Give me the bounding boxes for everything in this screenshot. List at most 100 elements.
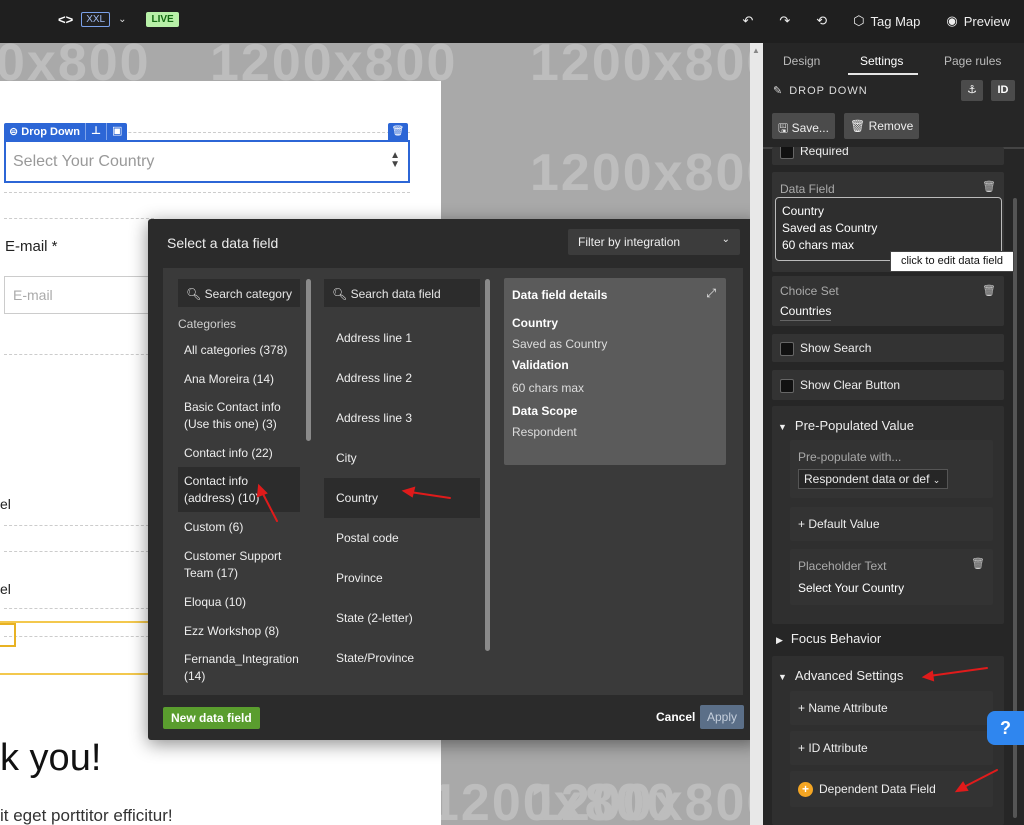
search-category-placeholder: Search category — [204, 287, 292, 301]
dependent-data-field-label: Dependent Data Field — [819, 782, 936, 796]
save-label: Save... — [791, 121, 829, 135]
search-data-field-input[interactable]: 🔍︎ Search data field — [324, 279, 480, 307]
data-field-name: Country — [782, 204, 825, 218]
search-icon: 🔍︎ — [332, 287, 348, 301]
search-category-input[interactable]: 🔍︎ Search category — [178, 279, 300, 307]
watermark: 1200x800 — [530, 43, 750, 92]
required-toggle[interactable]: Required — [772, 147, 1004, 165]
tag-map-button[interactable]: ⬡ Tag Map — [853, 13, 920, 29]
category-item[interactable]: Basic Contact info (Use this one) (3) — [178, 399, 300, 433]
new-data-field-button[interactable]: New data field — [163, 707, 260, 729]
field-scrollbar[interactable] — [485, 279, 490, 651]
data-field-item[interactable]: City — [324, 450, 480, 467]
code-icon[interactable]: <> — [58, 12, 73, 27]
pin-icon[interactable]: ⊥ — [84, 123, 106, 140]
default-value-button[interactable]: + Default Value — [790, 507, 993, 541]
caret-right-icon: ▶ — [776, 635, 783, 645]
cancel-button[interactable]: Cancel — [656, 710, 695, 724]
trash-icon[interactable]: 🗑 — [388, 123, 408, 140]
category-item[interactable]: Ezz Workshop (8) — [178, 623, 300, 640]
search-icon: 🔍︎ — [186, 287, 202, 301]
divider — [4, 218, 154, 219]
advanced-settings-title: Advanced Settings — [794, 668, 904, 683]
undo-icon[interactable]: ↶ — [742, 13, 753, 29]
id-attribute-button[interactable]: + ID Attribute — [790, 731, 993, 765]
caret-down-icon: ▼ — [778, 672, 787, 682]
show-clear-toggle[interactable]: Show Clear Button — [772, 370, 1004, 400]
filter-by-integration-select[interactable]: Filter by integration ⌄ — [568, 229, 740, 255]
preview-label: Preview — [963, 13, 1010, 29]
category-scrollbar[interactable] — [306, 279, 311, 441]
data-field-item[interactable]: Province — [324, 570, 480, 587]
trash-icon[interactable]: 🗑 — [982, 284, 996, 297]
show-search-toggle[interactable]: Show Search — [772, 334, 1004, 362]
data-field-saved: Saved as Country — [782, 221, 878, 235]
category-item[interactable]: All categories (378) — [178, 342, 300, 359]
anchor-button[interactable]: ⚓ — [961, 80, 983, 101]
input-fragment[interactable] — [0, 623, 16, 647]
focus-behavior-header[interactable]: ▶ Focus Behavior — [776, 631, 881, 646]
breakpoint-badge[interactable]: XXL — [81, 12, 111, 27]
trash-icon[interactable]: 🗑 — [971, 557, 985, 570]
email-label: E-mail * — [5, 238, 58, 255]
checkbox[interactable] — [780, 341, 794, 356]
show-search-label: Show Search — [800, 341, 872, 355]
category-item[interactable]: Eloqua (10) — [178, 594, 300, 611]
save-button[interactable]: 🖫 Save... — [772, 113, 835, 139]
details-scope-value: Respondent — [512, 425, 577, 439]
chevron-down-icon[interactable]: ⌄ — [118, 14, 126, 25]
prepopulated-header[interactable]: ▼ Pre-Populated Value — [778, 418, 914, 433]
apply-button[interactable]: Apply — [700, 705, 745, 729]
category-item-selected[interactable]: Contact info (address) (10) — [178, 467, 300, 512]
label-fragment: el — [0, 496, 11, 512]
active-tab-indicator — [848, 73, 918, 75]
choice-set-value[interactable]: Countries — [780, 304, 832, 321]
tab-settings[interactable]: Settings — [860, 54, 903, 68]
data-field-item[interactable]: Address line 3 — [324, 410, 480, 427]
data-field-item[interactable]: Address line 2 — [324, 370, 480, 387]
country-dropdown[interactable]: Select Your Country ▲ ▼ — [4, 140, 410, 183]
tab-design[interactable]: Design — [783, 54, 820, 68]
advanced-settings-header[interactable]: ▼ Advanced Settings — [778, 668, 903, 683]
checkbox[interactable] — [780, 378, 794, 393]
category-item[interactable]: Fernanda_Integration (14) — [178, 651, 300, 685]
email-field[interactable]: E-mail — [4, 276, 154, 314]
dropdown-element-toolbar[interactable]: ⊜ Drop Down ⊥ ▣ — [4, 123, 128, 140]
checkbox[interactable] — [780, 147, 794, 159]
help-button[interactable]: ? — [987, 711, 1024, 745]
layout-icon[interactable]: ▣ — [106, 123, 127, 140]
modal-title: Select a data field — [167, 235, 279, 251]
data-field-item[interactable]: State (2-letter) — [324, 610, 480, 627]
name-attribute-button[interactable]: + Name Attribute — [790, 691, 993, 725]
category-item[interactable]: Ana Moreira (14) — [178, 371, 300, 388]
details-scope-label: Data Scope — [512, 404, 578, 418]
prepopulated-section: ▼ Pre-Populated Value Pre-populate with..… — [772, 406, 1004, 624]
redo-icon[interactable]: ↷ — [779, 13, 790, 29]
category-item[interactable]: Contact info (22) — [178, 445, 300, 462]
sort-arrows-icon: ▲ ▼ — [390, 150, 400, 170]
category-item[interactable]: Customer Support Team (17) — [178, 548, 300, 582]
category-item[interactable]: Custom (6) — [178, 519, 300, 536]
canvas-scrollbar[interactable] — [750, 43, 763, 825]
id-button[interactable]: ID — [991, 80, 1015, 101]
remove-button[interactable]: 🗑 Remove — [844, 113, 920, 139]
select-data-field-modal: Select a data field Filter by integratio… — [148, 219, 759, 740]
external-link-icon[interactable]: ⤢ — [706, 286, 716, 301]
data-field-item-selected[interactable]: Country — [324, 478, 480, 518]
history-icon[interactable]: ⟲ — [816, 13, 827, 29]
tag-icon: ⬡ — [853, 13, 865, 28]
data-field-item[interactable]: State/Province — [324, 650, 480, 667]
scroll-up-icon[interactable]: ▲ — [752, 46, 760, 55]
preview-button[interactable]: ◉ Preview — [946, 13, 1010, 29]
pencil-icon[interactable]: ✎ — [773, 84, 783, 97]
data-field-item[interactable]: Address line 1 — [324, 330, 480, 347]
tab-page-rules[interactable]: Page rules — [944, 54, 1001, 68]
dependent-data-field-button[interactable]: + Dependent Data Field — [790, 771, 993, 807]
data-field-item[interactable]: Postal code — [324, 530, 480, 547]
placeholder-value[interactable]: Select Your Country — [798, 581, 904, 595]
trash-icon[interactable]: 🗑 — [982, 180, 996, 193]
prepopulate-select[interactable]: Respondent data or def ⌄ — [798, 469, 948, 489]
chevron-down-icon: ⌄ — [932, 475, 941, 485]
modal-body: 🔍︎ Search category 🔍︎ Search data field … — [163, 268, 743, 695]
caret-down-icon: ▼ — [778, 422, 787, 432]
